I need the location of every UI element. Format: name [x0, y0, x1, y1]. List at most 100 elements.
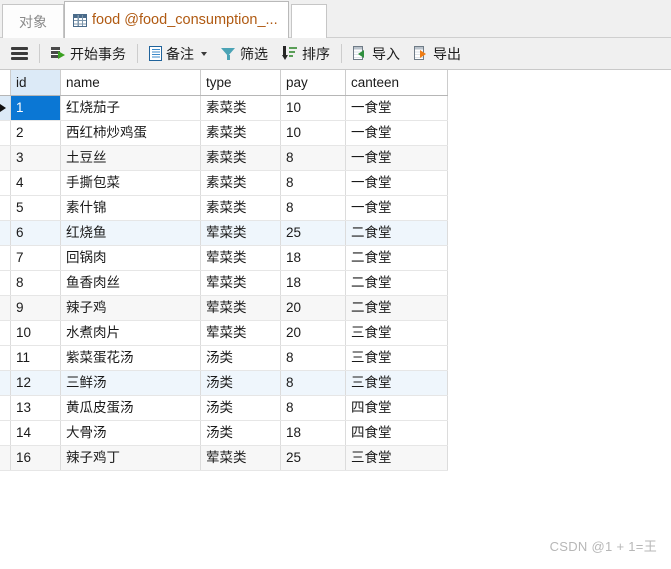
cell-type[interactable]: 素菜类	[200, 120, 281, 146]
cell-id[interactable]: 4	[10, 170, 61, 196]
cell-id[interactable]: 13	[10, 395, 61, 421]
cell-pay[interactable]: 10	[280, 95, 346, 121]
cell-id[interactable]: 6	[10, 220, 61, 246]
cell-name[interactable]: 大骨汤	[60, 420, 201, 446]
cell-id[interactable]: 16	[10, 445, 61, 471]
cell-type[interactable]: 荤菜类	[200, 295, 281, 321]
row-gutter[interactable]	[0, 95, 11, 121]
cell-id[interactable]: 3	[10, 145, 61, 171]
chevron-down-icon[interactable]	[201, 51, 207, 56]
tab-blank[interactable]	[290, 4, 327, 38]
note-button[interactable]: 备注	[142, 41, 214, 67]
cell-id[interactable]: 12	[10, 370, 61, 396]
tab-object[interactable]: 对象	[2, 4, 64, 38]
tab-food-table[interactable]: food @food_consumption_...	[64, 1, 289, 38]
cell-name[interactable]: 水煮肉片	[60, 320, 201, 346]
cell-id[interactable]: 11	[10, 345, 61, 371]
cell-id[interactable]: 9	[10, 295, 61, 321]
cell-type[interactable]: 汤类	[200, 345, 281, 371]
cell-canteen[interactable]: 一食堂	[345, 170, 448, 196]
row-gutter[interactable]	[0, 320, 11, 346]
menu-button[interactable]	[4, 41, 35, 67]
cell-name[interactable]: 紫菜蛋花汤	[60, 345, 201, 371]
cell-pay[interactable]: 18	[280, 270, 346, 296]
cell-name[interactable]: 辣子鸡丁	[60, 445, 201, 471]
column-header-pay[interactable]: pay	[280, 70, 346, 96]
table-row[interactable]: 3 土豆丝 素菜类 8 一食堂	[0, 145, 448, 171]
cell-name[interactable]: 土豆丝	[60, 145, 201, 171]
cell-canteen[interactable]: 一食堂	[345, 195, 448, 221]
cell-pay[interactable]: 8	[280, 170, 346, 196]
cell-id[interactable]: 14	[10, 420, 61, 446]
column-header-canteen[interactable]: canteen	[345, 70, 448, 96]
table-row[interactable]: 13 黄瓜皮蛋汤 汤类 8 四食堂	[0, 395, 448, 421]
cell-pay[interactable]: 8	[280, 345, 346, 371]
table-row[interactable]: 10 水煮肉片 荤菜类 20 三食堂	[0, 320, 448, 346]
row-gutter[interactable]	[0, 295, 11, 321]
cell-type[interactable]: 汤类	[200, 420, 281, 446]
table-row[interactable]: 2 西红柿炒鸡蛋 素菜类 10 一食堂	[0, 120, 448, 146]
cell-type[interactable]: 荤菜类	[200, 245, 281, 271]
table-row[interactable]: 16 辣子鸡丁 荤菜类 25 三食堂	[0, 445, 448, 471]
cell-id[interactable]: 7	[10, 245, 61, 271]
table-row[interactable]: 5 素什锦 素菜类 8 一食堂	[0, 195, 448, 221]
cell-type[interactable]: 素菜类	[200, 95, 281, 121]
cell-id[interactable]: 5	[10, 195, 61, 221]
table-row[interactable]: 8 鱼香肉丝 荤菜类 18 二食堂	[0, 270, 448, 296]
cell-name[interactable]: 手撕包菜	[60, 170, 201, 196]
cell-id[interactable]: 2	[10, 120, 61, 146]
cell-id[interactable]: 10	[10, 320, 61, 346]
cell-type[interactable]: 素菜类	[200, 170, 281, 196]
column-header-id[interactable]: id	[10, 70, 61, 96]
cell-canteen[interactable]: 三食堂	[345, 370, 448, 396]
cell-canteen[interactable]: 二食堂	[345, 295, 448, 321]
row-gutter[interactable]	[0, 370, 11, 396]
table-row[interactable]: 12 三鲜汤 汤类 8 三食堂	[0, 370, 448, 396]
table-row[interactable]: 6 红烧鱼 荤菜类 25 二食堂	[0, 220, 448, 246]
import-button[interactable]: 导入	[346, 41, 407, 67]
cell-pay[interactable]: 8	[280, 195, 346, 221]
cell-type[interactable]: 汤类	[200, 395, 281, 421]
row-gutter[interactable]	[0, 245, 11, 271]
column-header-name[interactable]: name	[60, 70, 201, 96]
cell-pay[interactable]: 18	[280, 420, 346, 446]
cell-pay[interactable]: 20	[280, 295, 346, 321]
export-button[interactable]: 导出	[407, 41, 468, 67]
row-gutter[interactable]	[0, 345, 11, 371]
cell-name[interactable]: 黄瓜皮蛋汤	[60, 395, 201, 421]
cell-canteen[interactable]: 三食堂	[345, 320, 448, 346]
table-row[interactable]: 1 红烧茄子 素菜类 10 一食堂	[0, 95, 448, 121]
cell-type[interactable]: 荤菜类	[200, 270, 281, 296]
cell-canteen[interactable]: 一食堂	[345, 120, 448, 146]
cell-name[interactable]: 鱼香肉丝	[60, 270, 201, 296]
cell-pay[interactable]: 8	[280, 145, 346, 171]
cell-pay[interactable]: 10	[280, 120, 346, 146]
cell-name[interactable]: 辣子鸡	[60, 295, 201, 321]
cell-canteen[interactable]: 四食堂	[345, 395, 448, 421]
cell-canteen[interactable]: 四食堂	[345, 420, 448, 446]
cell-pay[interactable]: 8	[280, 370, 346, 396]
cell-name[interactable]: 素什锦	[60, 195, 201, 221]
row-gutter[interactable]	[0, 270, 11, 296]
row-gutter[interactable]	[0, 445, 11, 471]
cell-id[interactable]: 8	[10, 270, 61, 296]
cell-type[interactable]: 汤类	[200, 370, 281, 396]
cell-name[interactable]: 西红柿炒鸡蛋	[60, 120, 201, 146]
row-gutter[interactable]	[0, 170, 11, 196]
row-gutter[interactable]	[0, 220, 11, 246]
cell-name[interactable]: 红烧鱼	[60, 220, 201, 246]
table-row[interactable]: 9 辣子鸡 荤菜类 20 二食堂	[0, 295, 448, 321]
cell-pay[interactable]: 8	[280, 395, 346, 421]
cell-canteen[interactable]: 三食堂	[345, 445, 448, 471]
cell-canteen[interactable]: 三食堂	[345, 345, 448, 371]
cell-pay[interactable]: 25	[280, 220, 346, 246]
row-gutter[interactable]	[0, 395, 11, 421]
sort-button[interactable]: 排序	[275, 41, 337, 67]
row-gutter[interactable]	[0, 145, 11, 171]
cell-type[interactable]: 荤菜类	[200, 220, 281, 246]
cell-pay[interactable]: 25	[280, 445, 346, 471]
row-gutter[interactable]	[0, 120, 11, 146]
cell-type[interactable]: 素菜类	[200, 195, 281, 221]
cell-canteen[interactable]: 二食堂	[345, 220, 448, 246]
cell-type[interactable]: 素菜类	[200, 145, 281, 171]
